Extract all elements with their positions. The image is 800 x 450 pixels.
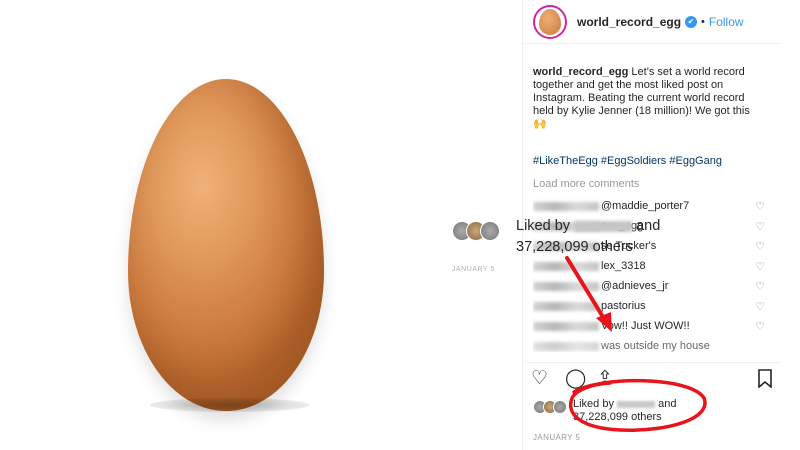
egg-shadow	[150, 398, 310, 412]
comment-icon[interactable]: ◯	[565, 369, 586, 388]
blurred-username	[533, 301, 599, 311]
post-header: world_record_egg ✔ • Follow	[523, 0, 781, 44]
comment-text: @adnieves_jr	[601, 280, 669, 293]
avatar[interactable]	[533, 4, 567, 39]
follow-button[interactable]: Follow	[709, 15, 744, 29]
liker-avatars	[452, 221, 500, 241]
comment-item: pastorius ♡	[533, 298, 773, 318]
likes-and: and	[658, 398, 677, 410]
comment-text: Vow!! Just WOW!!	[601, 320, 690, 333]
egg-image	[128, 79, 324, 411]
verified-badge-icon: ✔	[685, 15, 698, 28]
faded-date: JANUARY 5	[452, 266, 495, 273]
blurred-username	[533, 321, 599, 331]
username-link[interactable]: world_record_egg	[577, 15, 681, 29]
heart-outline-icon[interactable]: ♡	[755, 299, 765, 315]
post-image[interactable]	[0, 0, 525, 450]
callout-likes-text: Liked by and 37,228,099 others	[516, 216, 660, 258]
blurred-username	[574, 220, 633, 232]
heart-outline-icon[interactable]: ♡	[755, 279, 765, 295]
likes-summary: Liked by and 37,228,099 others	[533, 398, 676, 424]
share-icon[interactable]: ⇪	[597, 369, 613, 388]
likes-prefix: Liked by	[516, 218, 571, 234]
likes-count: 37,228,099 others	[516, 239, 633, 255]
blurred-username	[533, 281, 599, 291]
load-more-comments-button[interactable]: Load more comments	[533, 178, 639, 190]
caption-username[interactable]: world_record_egg	[533, 66, 628, 78]
comment-item: @maddie_porter7 ♡	[533, 198, 773, 218]
post-date: JANUARY 5	[533, 433, 581, 442]
comment-text: was outside my house	[601, 340, 710, 352]
heart-outline-icon[interactable]: ♡	[755, 319, 765, 335]
likes-count: 37,228,099 others	[573, 411, 662, 423]
separator-dot: •	[701, 15, 705, 28]
heart-outline-icon[interactable]: ♡	[755, 259, 765, 275]
heart-outline-icon[interactable]: ♡	[755, 199, 765, 215]
comment-text: @maddie_porter7	[601, 200, 690, 213]
post-caption: world_record_egg Let's set a world recor…	[533, 66, 765, 131]
avatar	[553, 400, 567, 414]
comment-item: Vow!! Just WOW!! ♡	[533, 318, 773, 338]
comment-text: pastorius	[601, 300, 646, 313]
avatar	[480, 221, 500, 241]
liker-avatars	[533, 400, 567, 414]
bookmark-icon[interactable]	[757, 369, 773, 392]
blurred-username	[533, 341, 599, 351]
likes-text[interactable]: Liked by and 37,228,099 others	[573, 398, 676, 424]
heart-outline-icon[interactable]: ♡	[755, 239, 765, 255]
avatar-egg-image	[539, 8, 561, 35]
likes-prefix: Liked by	[573, 398, 614, 410]
comment-item: @adnieves_jr ♡	[533, 278, 773, 298]
action-bar: ♡ ◯ ⇪	[523, 362, 781, 390]
likes-zoom-callout: Liked by and 37,228,099 others	[452, 216, 662, 266]
likes-and: and	[636, 218, 661, 234]
comment-item: was outside my house	[533, 338, 773, 352]
heart-icon[interactable]: ♡	[531, 369, 548, 388]
blurred-username	[533, 201, 599, 211]
heart-outline-icon[interactable]: ♡	[755, 219, 765, 235]
blurred-username	[617, 400, 656, 408]
hashtags-link[interactable]: #LikeTheEgg #EggSoldiers #EggGang	[533, 155, 722, 167]
